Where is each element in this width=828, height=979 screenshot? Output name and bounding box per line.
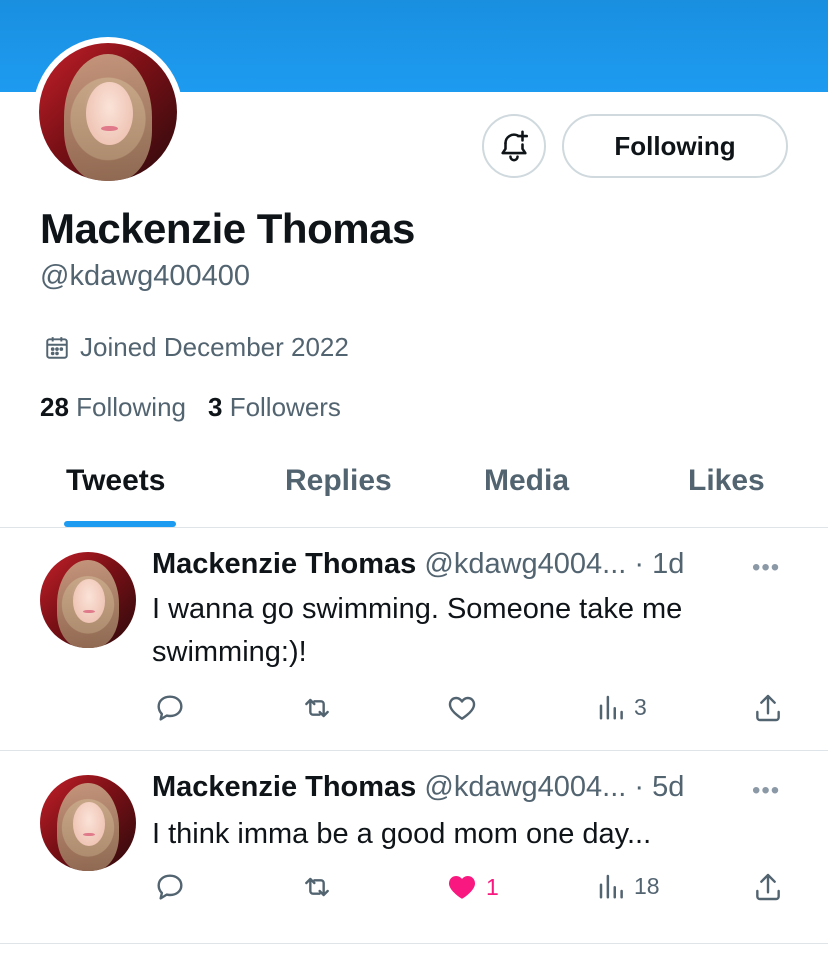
heart-icon <box>449 876 475 899</box>
reply-button[interactable] <box>154 692 186 724</box>
views-button[interactable]: 3 <box>596 692 647 722</box>
share-icon <box>756 694 780 722</box>
profile-name: Mackenzie Thomas <box>40 205 415 252</box>
retweet-button[interactable] <box>300 692 334 724</box>
tweet-text: I think imma be a good mom one day... <box>152 818 652 850</box>
followers-link[interactable]: 3 Followers <box>208 392 341 423</box>
more-icon[interactable]: ••• <box>752 777 780 805</box>
tweet-avatar[interactable] <box>40 552 136 648</box>
active-tab-indicator <box>64 521 176 527</box>
tweet-avatar[interactable] <box>40 775 136 871</box>
like-button[interactable]: 1 <box>446 871 499 903</box>
bell-plus-icon <box>501 130 529 162</box>
tab-media[interactable]: Media <box>484 464 569 498</box>
like-button[interactable] <box>446 692 486 724</box>
views-button[interactable]: 18 <box>596 871 660 901</box>
tweet-handle-time: @kdawg4004... · 1d <box>424 548 685 580</box>
tweet[interactable]: Mackenzie Thomas @kdawg4004... · 1d ••• … <box>0 528 828 751</box>
views-count: 3 <box>634 693 647 720</box>
tweet-author-name[interactable]: Mackenzie Thomas <box>152 771 416 803</box>
joined-text: Joined December 2022 <box>80 332 349 362</box>
profile-avatar[interactable] <box>33 37 183 187</box>
share-button[interactable] <box>752 692 784 724</box>
tweet-handle-time: @kdawg4004... · 5d <box>424 771 685 803</box>
retweet-icon <box>305 877 329 897</box>
share-button[interactable] <box>752 871 784 903</box>
reply-icon <box>157 874 183 900</box>
tweet-header: Mackenzie Thomas @kdawg4004... · 5d <box>152 771 684 804</box>
profile-tabs: Tweets Replies Media Likes <box>0 440 828 528</box>
notifications-bell-button[interactable] <box>482 114 546 178</box>
follow-stats: 28 Following 3 Followers <box>40 392 341 423</box>
more-icon[interactable]: ••• <box>752 554 780 582</box>
reply-icon <box>157 695 183 721</box>
views-icon <box>599 874 623 899</box>
calendar-icon <box>46 336 68 359</box>
joined-date: Joined December 2022 <box>44 332 349 363</box>
tweet-author-name[interactable]: Mackenzie Thomas <box>152 548 416 580</box>
tab-likes[interactable]: Likes <box>688 464 765 498</box>
tweet[interactable]: Mackenzie Thomas @kdawg4004... · 5d ••• … <box>0 751 828 944</box>
tab-tweets[interactable]: Tweets <box>66 464 165 498</box>
following-button[interactable]: Following <box>562 114 788 178</box>
retweet-button[interactable] <box>300 871 334 903</box>
share-icon <box>756 873 780 901</box>
heart-icon <box>448 696 476 720</box>
tweet-text: I wanna go swimming. Someone take me swi… <box>152 593 683 668</box>
like-count: 1 <box>486 873 499 900</box>
profile-handle: @kdawg400400 <box>40 260 251 292</box>
views-count: 18 <box>634 872 660 899</box>
retweet-icon <box>305 698 329 718</box>
tweet-header: Mackenzie Thomas @kdawg4004... · 1d <box>152 548 684 581</box>
tab-replies[interactable]: Replies <box>285 464 392 498</box>
views-icon <box>599 695 623 720</box>
following-link[interactable]: 28 Following <box>40 392 186 423</box>
reply-button[interactable] <box>154 871 186 903</box>
